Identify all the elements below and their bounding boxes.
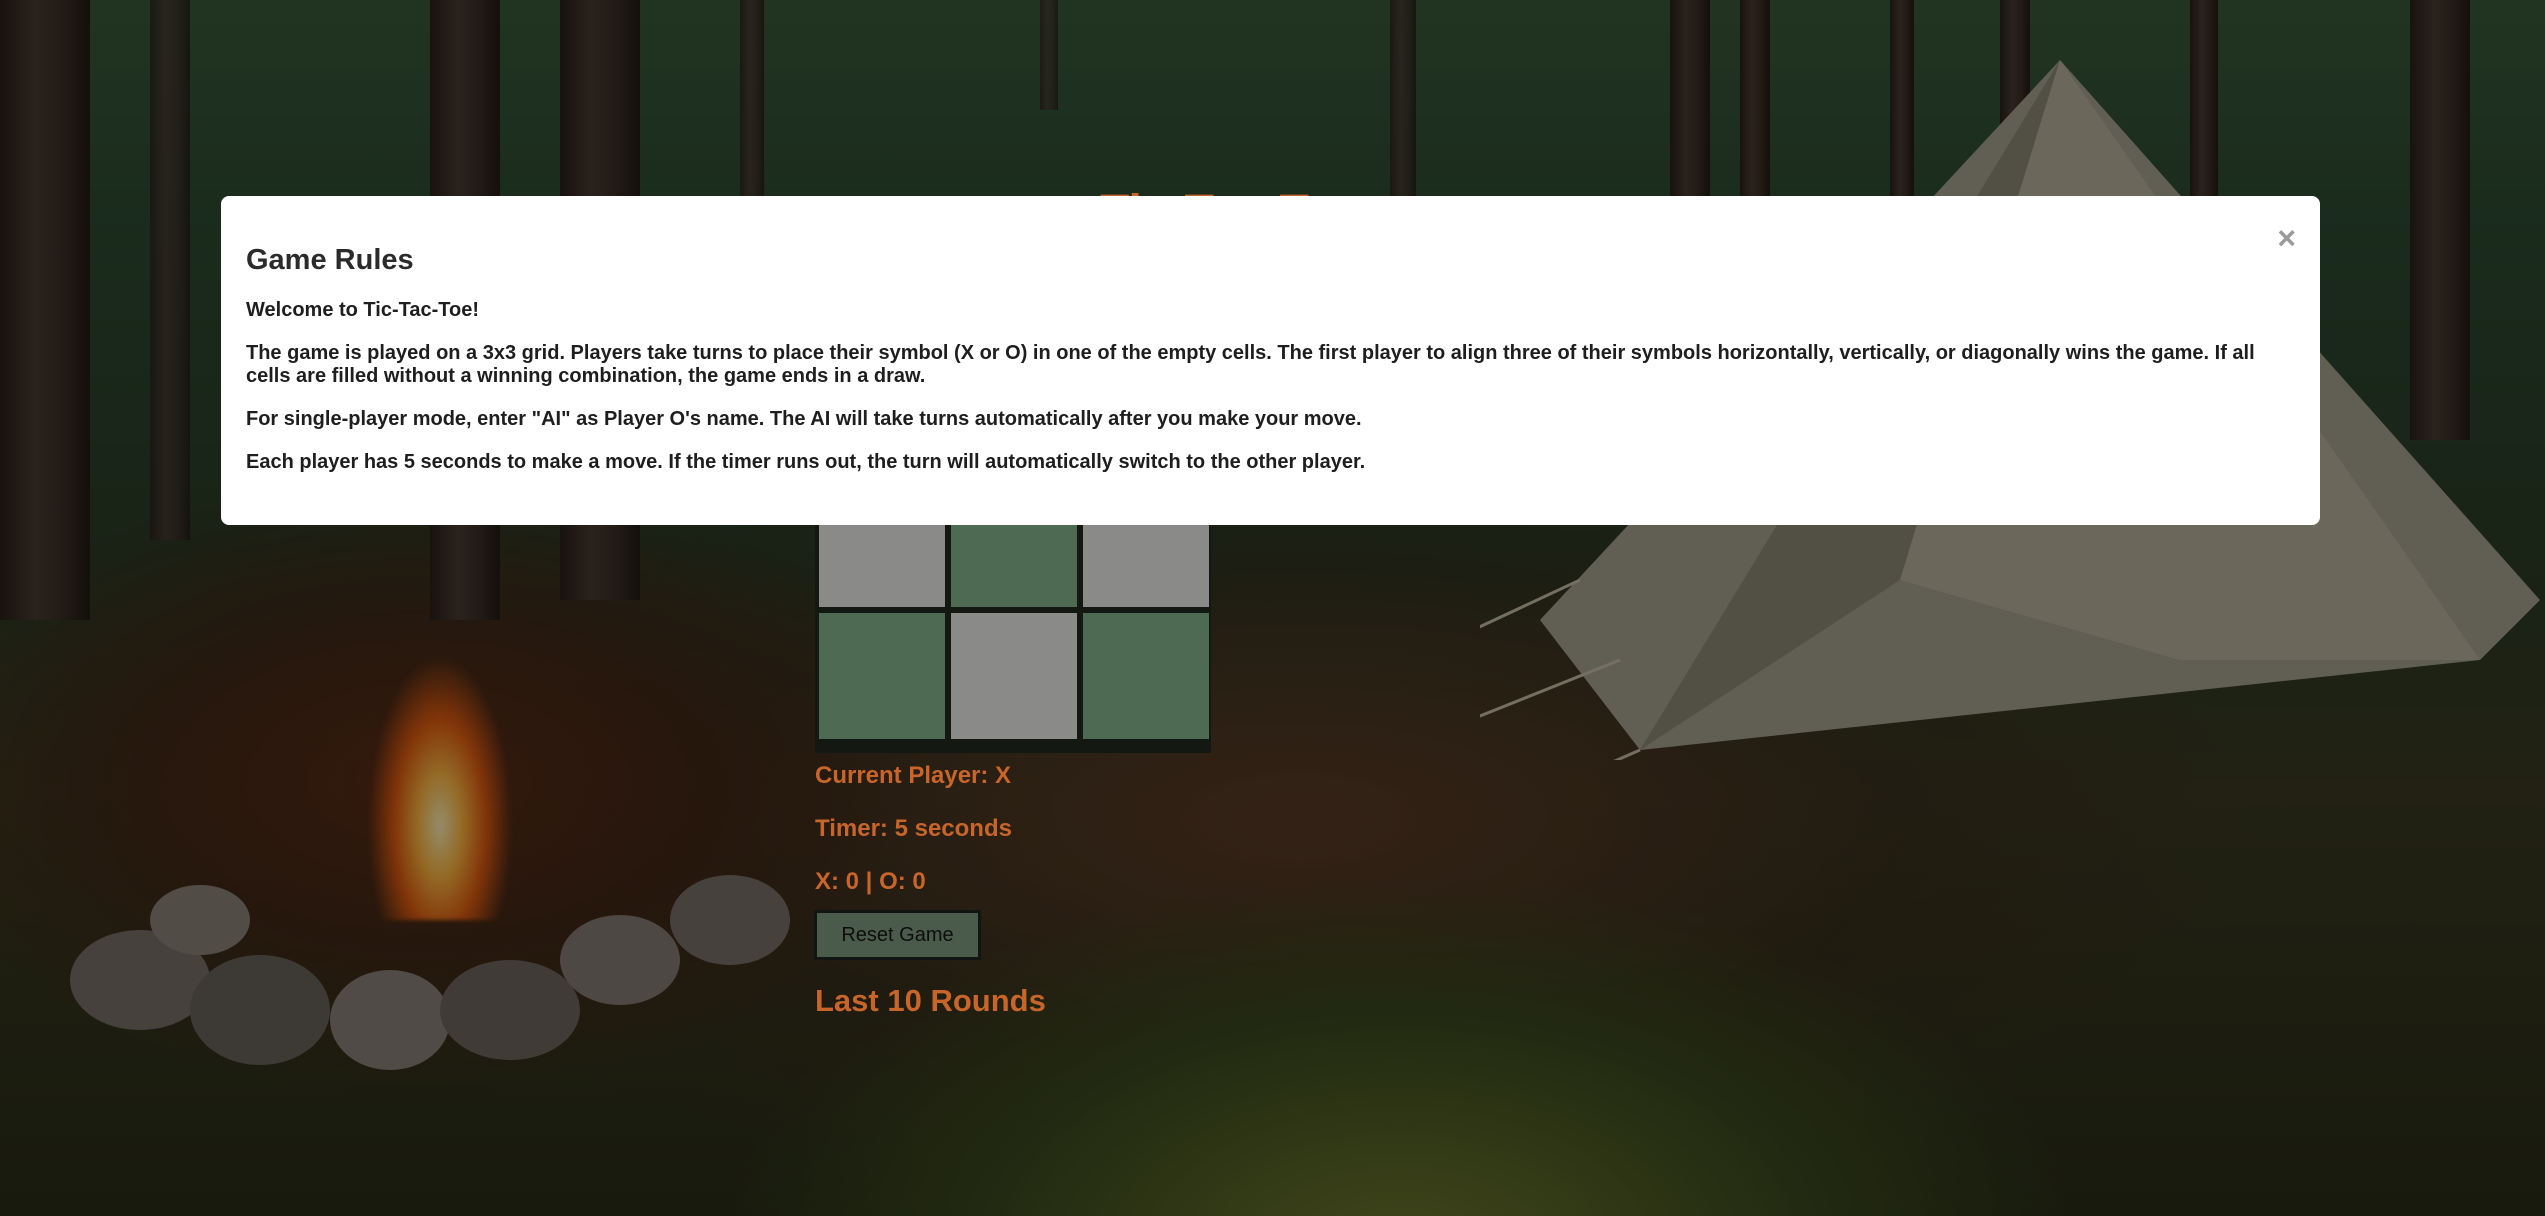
modal-title: Game Rules	[246, 244, 414, 276]
modal-backdrop[interactable]	[0, 0, 2545, 1216]
board-cell[interactable]	[819, 613, 945, 739]
reset-game-button[interactable]: Reset Game	[814, 910, 981, 960]
timer-label: Timer: 5 seconds	[815, 815, 1012, 842]
current-player-label: Current Player: X	[815, 762, 1012, 789]
score-label: X: 0 | O: 0	[815, 868, 926, 895]
board-cell[interactable]	[951, 613, 1077, 739]
rules-paragraph: Welcome to Tic-Tac-Toe!	[246, 299, 479, 321]
rules-paragraph: For single-player mode, enter "AI" as Pl…	[246, 408, 1362, 430]
close-icon[interactable]: ×	[2277, 222, 2296, 254]
rules-paragraph: Each player has 5 seconds to make a move…	[246, 451, 1366, 473]
board-cell[interactable]	[1083, 613, 1209, 739]
rules-paragraph: The game is played on a 3x3 grid. Player…	[246, 342, 2255, 387]
history-title: Last 10 Rounds	[815, 983, 1046, 1018]
rules-modal: × Game Rules Welcome to Tic-Tac-Toe! The…	[221, 196, 2320, 525]
